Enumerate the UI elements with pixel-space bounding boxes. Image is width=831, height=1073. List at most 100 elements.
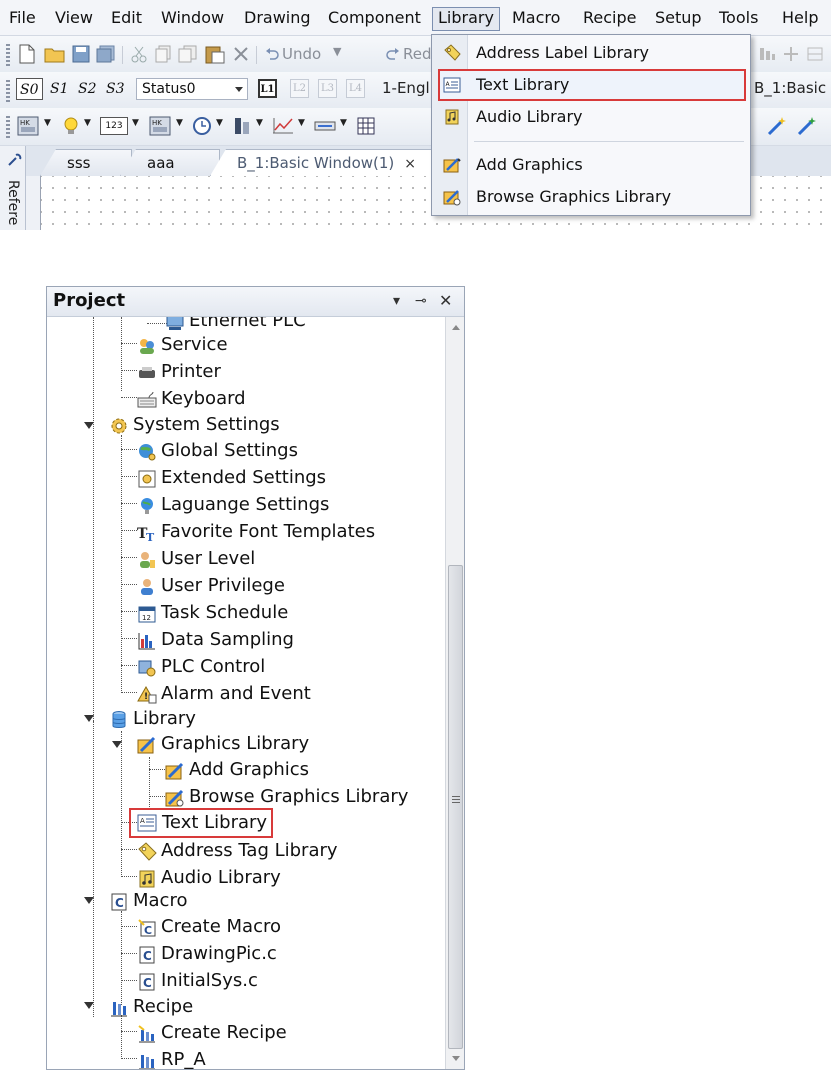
state-s0-button[interactable]: S0: [16, 78, 43, 100]
toolbar-grip-icon[interactable]: [6, 80, 10, 102]
tab-aaa[interactable]: aaa: [120, 149, 220, 176]
meter-icon[interactable]: [314, 118, 336, 134]
tree-node-label: InitialSys.c: [161, 970, 258, 991]
collapse-arrow-icon[interactable]: [112, 741, 122, 748]
menu-macro[interactable]: Macro: [507, 7, 565, 31]
c-file-icon: C: [139, 973, 155, 991]
menu-item-label: Audio Library: [476, 107, 583, 126]
lamp-icon[interactable]: [62, 116, 80, 136]
tab-basic-window[interactable]: B_1:Basic Window(1) ×: [210, 149, 436, 176]
dropdown-arrow-icon[interactable]: ▼: [84, 118, 91, 128]
status-select[interactable]: Status0: [136, 78, 248, 100]
toolbar-grip-icon[interactable]: [6, 44, 10, 66]
bar-graph-icon[interactable]: [232, 116, 252, 136]
scrollbar-thumb[interactable]: [448, 565, 463, 1049]
delete-icon[interactable]: [232, 45, 250, 63]
dropdown-arrow-icon[interactable]: ▼: [44, 118, 51, 128]
menu-file[interactable]: File: [4, 7, 41, 31]
menu-item-add-graphics[interactable]: Add Graphics: [438, 149, 746, 181]
dropdown-arrow-icon[interactable]: ▼: [132, 118, 139, 128]
wand-multiple-icon[interactable]: [796, 115, 818, 137]
dropdown-arrow-icon[interactable]: ▼: [256, 118, 263, 128]
open-folder-icon[interactable]: [44, 44, 66, 64]
menu-edit[interactable]: Edit: [106, 7, 147, 31]
close-icon[interactable]: ×: [404, 156, 416, 172]
state-s3-button[interactable]: S3: [106, 78, 125, 100]
scroll-down-icon[interactable]: [452, 1056, 460, 1061]
menu-window[interactable]: Window: [156, 7, 229, 31]
trend-graph-icon[interactable]: [272, 116, 294, 136]
save-icon[interactable]: [72, 45, 90, 63]
layer-l4-button[interactable]: L4: [346, 79, 365, 98]
distribute-icon[interactable]: [782, 45, 800, 63]
collapse-arrow-icon[interactable]: [84, 422, 94, 429]
toolbar-grip-icon[interactable]: [6, 116, 10, 138]
ethernet-plc-icon: [166, 317, 184, 330]
number-display-icon[interactable]: 123: [100, 117, 128, 135]
collapse-arrow-icon[interactable]: [84, 897, 94, 904]
menu-item-label: Add Graphics: [476, 155, 583, 174]
word-switch-icon[interactable]: HK: [148, 115, 172, 137]
save-all-icon[interactable]: [96, 45, 116, 63]
tree-node-text-library[interactable]: A Text Library: [129, 808, 273, 838]
task-schedule-icon: 12: [138, 606, 156, 623]
copy-multiple-icon[interactable]: [178, 45, 198, 63]
tab-sss[interactable]: sss: [40, 149, 132, 176]
state-s1-button[interactable]: S1: [50, 78, 69, 100]
menu-item-address-label-library[interactable]: Address Label Library: [438, 37, 746, 69]
dropdown-arrow-icon[interactable]: ▼: [176, 118, 183, 128]
copy-icon[interactable]: [154, 45, 172, 63]
clock-icon[interactable]: [192, 116, 212, 136]
menu-library[interactable]: Library: [432, 7, 500, 31]
close-icon[interactable]: ✕: [439, 291, 452, 310]
wrench-icon[interactable]: [6, 152, 22, 168]
dropdown-arrow-icon[interactable]: ▼: [298, 118, 305, 128]
panel-options-icon[interactable]: ▾: [393, 293, 400, 309]
tree-line: [121, 317, 122, 391]
menu-item-audio-library[interactable]: Audio Library: [438, 101, 746, 133]
menu-drawing[interactable]: Drawing: [239, 7, 316, 31]
cut-icon[interactable]: [130, 45, 148, 63]
menu-setup[interactable]: Setup: [650, 7, 707, 31]
collapse-arrow-icon[interactable]: [84, 715, 94, 722]
project-panel-header: Project ▾ ⊸ ✕: [47, 287, 464, 317]
dropdown-arrow-icon[interactable]: ▼: [216, 118, 223, 128]
layer-l3-button[interactable]: L3: [318, 79, 337, 98]
vertical-scrollbar[interactable]: [445, 317, 464, 1069]
collapse-arrow-icon[interactable]: [84, 1002, 94, 1009]
menu-item-browse-graphics-library[interactable]: Browse Graphics Library: [438, 181, 746, 213]
language-select[interactable]: 1-Engl: [382, 79, 430, 97]
tree-line: [121, 926, 137, 927]
tree-node-label: User Level: [161, 548, 256, 569]
undo-button[interactable]: Undo: [282, 45, 321, 63]
layer-l1-button[interactable]: L1: [258, 79, 277, 98]
menu-recipe[interactable]: Recipe: [578, 7, 641, 31]
layer-l2-button[interactable]: L2: [290, 79, 309, 98]
menu-view[interactable]: View: [50, 7, 98, 31]
menu-component[interactable]: Component: [323, 7, 426, 31]
dropdown-arrow-icon[interactable]: ▼: [340, 118, 347, 128]
bit-switch-icon[interactable]: HK: [16, 115, 40, 137]
tree-line: [93, 317, 94, 737]
new-file-icon[interactable]: [18, 44, 36, 64]
redo-button[interactable]: Red: [403, 45, 432, 63]
tree-node-label: RP_A: [161, 1049, 206, 1069]
reference-panel-label[interactable]: Refere: [5, 180, 21, 225]
paste-icon[interactable]: [204, 44, 226, 64]
scroll-up-icon[interactable]: [452, 325, 460, 330]
menu-item-text-library[interactable]: A Text Library: [438, 69, 746, 101]
text-library-icon: A: [443, 77, 461, 93]
redo-icon[interactable]: [386, 47, 400, 61]
pin-icon[interactable]: ⊸: [415, 293, 427, 309]
table-icon[interactable]: [356, 116, 376, 136]
menu-tools[interactable]: Tools: [714, 7, 763, 31]
wand-icon[interactable]: [766, 115, 788, 137]
layout-icon[interactable]: [806, 45, 824, 63]
undo-dropdown-icon[interactable]: ▼: [333, 45, 341, 58]
window-select[interactable]: B_1:Basic W: [754, 79, 831, 97]
toolbar-separator: [122, 46, 123, 64]
state-s2-button[interactable]: S2: [78, 78, 97, 100]
align-icon[interactable]: [758, 45, 776, 63]
undo-icon[interactable]: [265, 47, 279, 61]
menu-help[interactable]: Help: [777, 7, 823, 31]
